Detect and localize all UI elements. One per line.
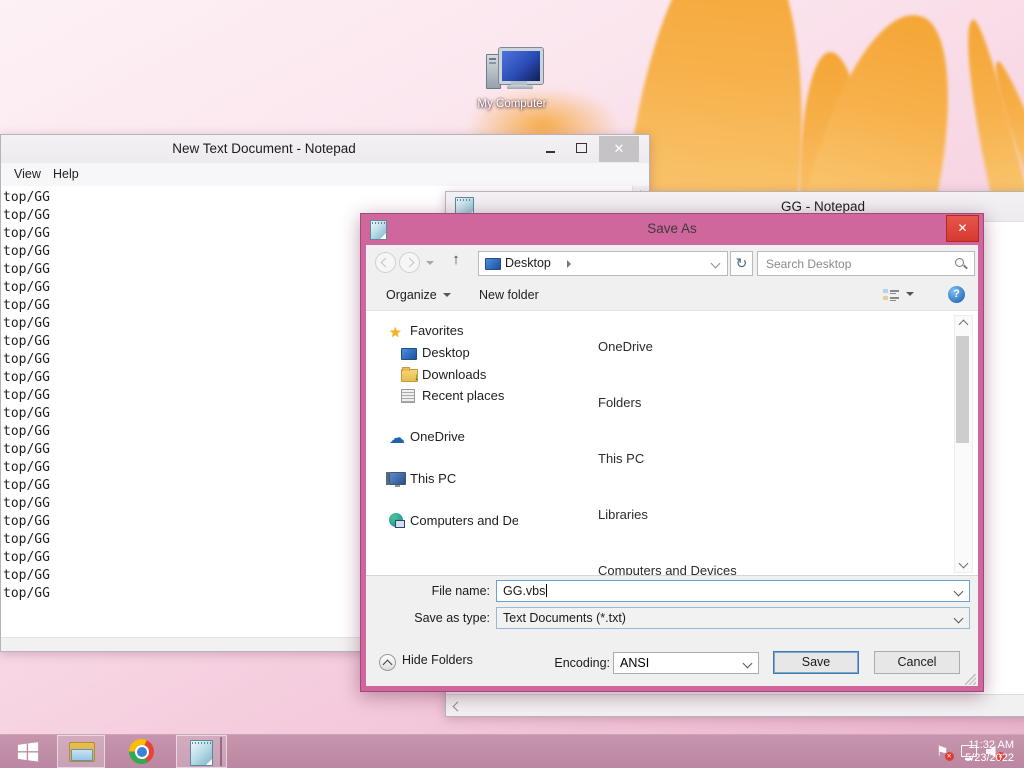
save-button[interactable]: Save	[773, 651, 859, 674]
desktop-location-icon	[485, 258, 501, 270]
dialog-close-button[interactable]	[946, 215, 979, 242]
search-box[interactable]	[757, 251, 975, 276]
minimize-button[interactable]	[537, 135, 564, 162]
devices-icon	[389, 513, 405, 528]
collapse-arrow-icon	[379, 654, 396, 671]
new-folder-button[interactable]: New folder	[479, 288, 539, 302]
organize-button[interactable]: Organize	[386, 288, 451, 302]
scroll-down-icon[interactable]	[958, 558, 969, 569]
hide-folders-button[interactable]: Hide Folders	[379, 653, 473, 671]
scroll-left-icon	[452, 701, 462, 712]
taskbar-clock[interactable]: 11:32 AM 5/23/2022	[965, 739, 1014, 765]
titlebar[interactable]: New Text Document - Notepad	[1, 135, 649, 164]
encoding-label: Encoding:	[554, 656, 610, 670]
forward-icon	[404, 257, 415, 268]
close-button[interactable]	[599, 136, 639, 162]
file-name-dropdown-icon[interactable]	[953, 586, 964, 597]
refresh-button[interactable]: ↻	[730, 251, 753, 276]
dialog-title: Save As	[647, 221, 697, 236]
file-name-label: File name:	[431, 584, 490, 598]
file-browser-body: ★Favorites Desktop Downloads Recent plac…	[366, 310, 978, 576]
type-dropdown-icon[interactable]	[953, 613, 964, 624]
menu-help[interactable]: Help	[53, 167, 79, 181]
save-as-type-label: Save as type:	[414, 611, 490, 625]
scroll-up-icon[interactable]	[958, 319, 969, 330]
save-as-type-select[interactable]: Text Documents (*.txt)	[496, 607, 970, 629]
scrollbar-thumb[interactable]	[956, 336, 969, 443]
star-icon: ★	[389, 324, 402, 340]
address-dropdown-icon[interactable]	[710, 258, 721, 269]
window-title: GG - Notepad	[780, 199, 866, 214]
up-one-level-button[interactable]: ↑	[446, 251, 466, 273]
nav-recent-places[interactable]: Recent places	[401, 388, 504, 404]
chrome-icon	[129, 739, 154, 764]
list-scrollbar[interactable]	[954, 315, 973, 573]
dialog-toolbar: Organize New folder	[366, 283, 978, 310]
save-as-dialog: Save As ↑ Desktop ↻ Organize New folder	[360, 213, 984, 692]
maximize-button[interactable]	[568, 135, 595, 162]
window-title: New Text Document - Notepad	[172, 141, 356, 156]
encoding-dropdown-icon[interactable]	[742, 658, 753, 669]
chrome-taskbar-button[interactable]	[117, 735, 167, 768]
action-center-flag-icon[interactable]: ⚑	[936, 743, 954, 761]
scroll-left-button[interactable]	[448, 697, 466, 713]
resize-grip[interactable]	[965, 674, 976, 685]
breadcrumb[interactable]: Desktop	[505, 256, 551, 270]
nav-desktop[interactable]: Desktop	[401, 345, 470, 361]
horizontal-scrollbar[interactable]	[446, 694, 1024, 716]
dialog-client-area: ↑ Desktop ↻ Organize New folder ★Favorit…	[366, 245, 978, 686]
nav-onedrive[interactable]: ☁ OneDrive	[389, 429, 465, 447]
organize-dropdown-icon	[442, 293, 451, 297]
folder-icon	[69, 742, 95, 762]
nav-favorites[interactable]: ★ Favorites	[389, 323, 463, 340]
file-name-input[interactable]: GG.vbs	[496, 580, 970, 602]
group-computers-devices[interactable]: Computers and Devices	[598, 563, 737, 575]
views-icon[interactable]	[883, 288, 899, 301]
file-explorer-taskbar-button[interactable]	[57, 735, 105, 768]
group-folders[interactable]: Folders	[598, 395, 641, 410]
computer-icon	[485, 48, 543, 92]
text-caret	[546, 584, 548, 597]
history-dropdown-icon[interactable]	[426, 261, 434, 265]
cloud-icon: ☁	[389, 430, 405, 447]
clock-time: 11:32 AM	[968, 739, 1014, 751]
stacked-windows-indicator	[220, 737, 222, 766]
windows-logo-icon	[17, 742, 39, 762]
breadcrumb-chevron-icon[interactable]	[567, 260, 571, 268]
cancel-button[interactable]: Cancel	[874, 651, 960, 674]
search-input[interactable]	[764, 254, 948, 274]
start-button[interactable]	[0, 735, 57, 768]
back-icon	[380, 257, 391, 268]
group-this-pc[interactable]: This PC	[598, 451, 644, 466]
error-badge-icon	[944, 752, 954, 761]
help-icon[interactable]	[948, 286, 965, 303]
group-libraries[interactable]: Libraries	[598, 507, 648, 522]
taskbar: ⚑ 11:32 AM 5/23/2022	[0, 734, 1024, 768]
recent-places-icon	[401, 389, 415, 403]
nav-downloads[interactable]: Downloads	[401, 367, 486, 383]
downloads-icon	[401, 367, 419, 383]
forward-button[interactable]	[399, 252, 420, 273]
views-dropdown-icon[interactable]	[906, 292, 914, 296]
menu-view[interactable]: View	[14, 167, 41, 181]
encoding-select[interactable]: ANSI	[613, 652, 759, 674]
notepad-taskbar-button[interactable]	[176, 735, 227, 768]
nav-this-pc[interactable]: This PC	[386, 471, 456, 487]
my-computer-label: My Computer	[477, 98, 547, 110]
group-onedrive[interactable]: OneDrive	[598, 339, 653, 354]
notepad-icon	[190, 740, 213, 766]
back-button[interactable]	[375, 252, 396, 273]
monitor-icon	[401, 348, 417, 360]
menubar: View Help	[1, 163, 649, 187]
pc-icon	[386, 472, 406, 487]
my-computer-desktop-icon[interactable]: My Computer	[472, 48, 552, 110]
nav-computers-and-devices[interactable]: Computers and Devices	[389, 513, 518, 528]
search-icon	[955, 258, 967, 270]
clock-date: 5/23/2022	[965, 752, 1014, 764]
dialog-titlebar[interactable]: Save As	[361, 214, 983, 245]
address-bar[interactable]: Desktop	[478, 251, 728, 276]
